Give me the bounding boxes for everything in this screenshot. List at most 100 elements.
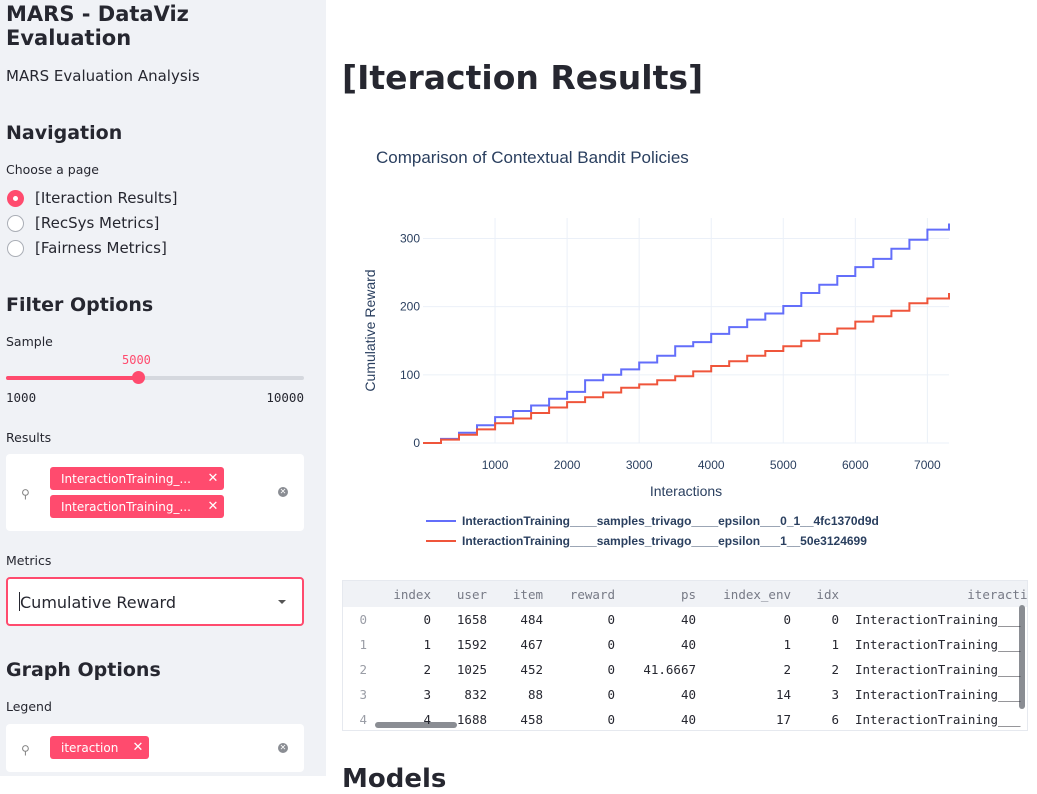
chart-legend: InteractionTraining____samples_trivago__… xyxy=(426,511,879,551)
legend-item[interactable]: InteractionTraining____samples_trivago__… xyxy=(426,511,879,531)
search-icon: ⚲ xyxy=(21,743,30,757)
series-line-0 xyxy=(423,223,950,444)
x-axis-label: Interactions xyxy=(650,483,722,499)
legend-multiselect[interactable]: ⚲ iteraction ✕ ✕ xyxy=(6,724,304,772)
x-tick-label: 3000 xyxy=(626,458,653,472)
remove-tag-icon[interactable]: ✕ xyxy=(202,499,224,514)
legend-item-label: InteractionTraining____samples_trivago__… xyxy=(462,514,879,528)
radio-fairness-metrics[interactable]: [Fairness Metrics] xyxy=(7,237,167,259)
table-cell: 458 xyxy=(520,712,543,727)
y-tick-label: 0 xyxy=(413,436,420,450)
line-chart[interactable]: 1000 2000 3000 4000 5000 6000 7000 0 100 200 300 In… xyxy=(342,180,962,510)
table-cell: InteractionTraining___ xyxy=(855,662,1021,677)
app-subtitle: MARS Evaluation Analysis xyxy=(6,67,200,85)
legend-tag-label: iteraction xyxy=(61,740,119,755)
table-cell: 467 xyxy=(520,637,543,652)
column-header: item xyxy=(512,587,543,602)
table-cell: 3 xyxy=(831,687,839,702)
legend-line-swatch xyxy=(426,520,456,522)
metrics-select[interactable]: Cumulative Reward xyxy=(6,577,304,626)
x-tick-label: 5000 xyxy=(770,458,797,472)
table-cell: 40 xyxy=(680,687,696,702)
radio-recsys-metrics[interactable]: [RecSys Metrics] xyxy=(7,212,159,234)
table-cell: 452 xyxy=(520,662,543,677)
sample-slider-fill xyxy=(6,376,139,380)
results-tag-label: InteractionTraining_... xyxy=(61,499,191,514)
sample-slider-max: 10000 xyxy=(266,390,304,405)
radio-unselected-icon xyxy=(7,214,24,232)
sample-slider-min: 1000 xyxy=(6,390,37,405)
table-cell: 2 xyxy=(831,662,839,677)
legend-label: Legend xyxy=(6,699,52,714)
radio-unselected-icon xyxy=(7,239,24,257)
x-tick-label: 4000 xyxy=(698,458,725,472)
table-cell: 484 xyxy=(520,612,543,627)
metrics-select-value: Cumulative Reward xyxy=(20,593,176,612)
filter-options-heading: Filter Options xyxy=(6,294,154,316)
series-line-1 xyxy=(423,293,950,444)
x-tick-label: 2000 xyxy=(554,458,581,472)
results-multiselect[interactable]: ⚲ InteractionTraining_... ✕ InteractionT… xyxy=(6,454,304,531)
results-tag: InteractionTraining_... ✕ xyxy=(50,495,224,518)
navigation-heading: Navigation xyxy=(6,122,123,144)
results-tag-label: InteractionTraining_... xyxy=(61,471,191,486)
sample-label: Sample xyxy=(6,334,53,349)
search-icon: ⚲ xyxy=(21,487,30,501)
radio-selected-icon xyxy=(7,189,24,207)
remove-tag-icon[interactable]: ✕ xyxy=(202,471,224,486)
radio-iteraction-results[interactable]: [Iteraction Results] xyxy=(7,187,178,209)
table-cell: 0 xyxy=(607,637,615,652)
results-label: Results xyxy=(6,430,52,445)
radio-label: [Iteraction Results] xyxy=(35,189,178,207)
legend-tag: iteraction ✕ xyxy=(50,736,149,759)
table-cell: 0 xyxy=(607,662,615,677)
column-header: iteractio xyxy=(967,587,1028,602)
chevron-down-icon xyxy=(278,600,286,604)
chart-title: Comparison of Contextual Bandit Policies xyxy=(376,148,689,167)
clear-all-icon[interactable]: ✕ xyxy=(278,743,288,753)
page-title: [Iteraction Results] xyxy=(342,58,704,97)
x-tick-label: 7000 xyxy=(914,458,941,472)
table-cell: 40 xyxy=(680,612,696,627)
legend-item-label: InteractionTraining____samples_trivago__… xyxy=(462,534,867,548)
table-cell: 0 xyxy=(607,612,615,627)
table-cell: 88 xyxy=(527,687,543,702)
table-cell: 0 xyxy=(607,687,615,702)
table-cell: InteractionTraining___ xyxy=(855,637,1021,652)
sidebar: MARS - DataViz Evaluation MARS Evaluatio… xyxy=(0,0,326,776)
y-tick-label: 100 xyxy=(400,368,420,382)
sample-slider[interactable] xyxy=(6,371,304,384)
table-cell: 0 xyxy=(607,712,615,727)
radio-label: [RecSys Metrics] xyxy=(35,214,160,232)
y-tick-label: 200 xyxy=(400,300,420,314)
remove-tag-icon[interactable]: ✕ xyxy=(127,740,149,755)
legend-line-swatch xyxy=(426,540,456,542)
radio-label: [Fairness Metrics] xyxy=(35,239,167,257)
app-title: MARS - DataViz Evaluation xyxy=(6,2,189,50)
dataframe-table[interactable]: index user item reward ps index_env idx iteract… xyxy=(342,580,1028,731)
table-cell: 41.6667 xyxy=(643,662,696,677)
legend-item[interactable]: InteractionTraining____samples_trivago__… xyxy=(426,531,879,551)
column-header: ps xyxy=(680,587,696,602)
page-radio-label: Choose a page xyxy=(6,162,99,177)
table-cell: 40 xyxy=(680,637,696,652)
clear-all-icon[interactable]: ✕ xyxy=(278,487,288,497)
metrics-label: Metrics xyxy=(6,553,52,568)
column-header: idx xyxy=(816,587,839,602)
x-tick-label: 6000 xyxy=(842,458,869,472)
y-axis-label: Cumulative Reward xyxy=(362,269,378,391)
x-tick-label: 1000 xyxy=(482,458,509,472)
column-header: reward xyxy=(569,587,615,602)
sample-slider-thumb[interactable] xyxy=(132,371,146,384)
table-cell: 1 xyxy=(831,637,839,652)
table-cell: InteractionTraining___ xyxy=(855,687,1021,702)
table-cell: 0 xyxy=(831,612,839,627)
sample-slider-value: 5000 xyxy=(122,353,151,367)
table-cell: 40 xyxy=(680,712,696,727)
results-tag: InteractionTraining_... ✕ xyxy=(50,467,224,490)
models-heading: Models xyxy=(342,764,447,794)
table-cell: InteractionTraining___ xyxy=(855,612,1021,627)
table-cell: 6 xyxy=(831,712,839,727)
table-cell: InteractionTraining___ xyxy=(855,712,1021,727)
graph-options-heading: Graph Options xyxy=(6,659,161,681)
